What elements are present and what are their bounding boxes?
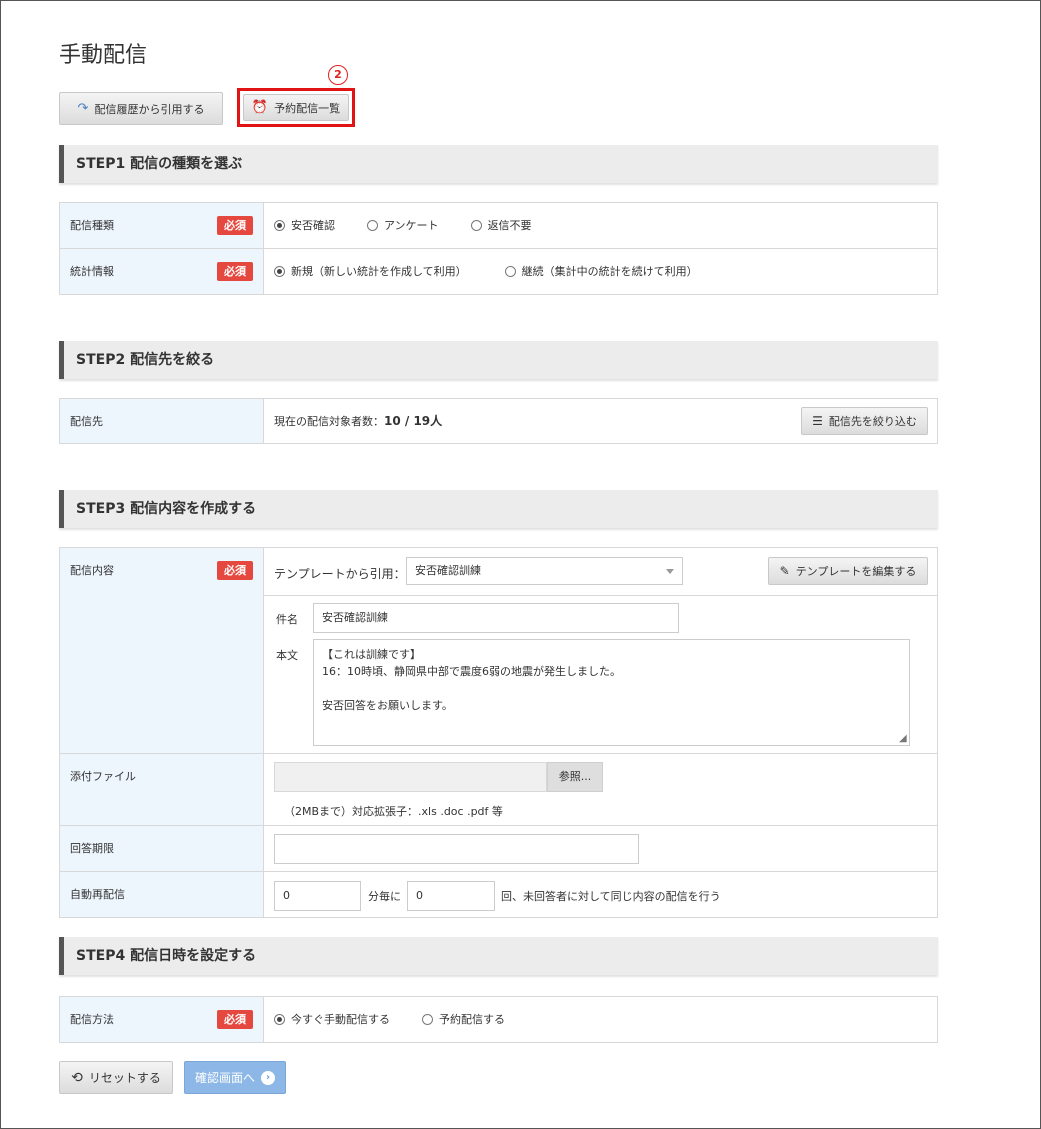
resize-handle-icon[interactable]: ◢ [899, 733, 907, 744]
quote-history-button[interactable]: ↷ 配信履歴から引用する [59, 92, 223, 125]
method-options: 今すぐ手動配信する 予約配信する [263, 996, 938, 1043]
step2-form: 配信先 現在の配信対象者数： 10 / 19人 ☰ 配信先を絞り込む [59, 398, 938, 444]
resend-interval-suffix: 分毎に [368, 890, 401, 903]
step3-form: 配信内容 必須 テンプレートから引用： 安否確認訓練 ✎ テンプレートを編集する… [59, 547, 938, 918]
content-label: 配信内容 [70, 564, 114, 577]
subject-label: 件名 [276, 613, 298, 626]
required-badge: 必須 [217, 216, 253, 235]
content-label-cell: 配信内容 必須 [59, 547, 264, 754]
radio-label: 新規（新しい統計を作成して利用） [291, 265, 467, 278]
confirm-button[interactable]: 確認画面へ › [184, 1061, 286, 1094]
radio-safety-confirm[interactable]: 安否確認 [274, 217, 335, 233]
alarm-clock-icon: ⏰ [251, 100, 269, 115]
method-label-cell: 配信方法 必須 [59, 996, 264, 1043]
subject-input[interactable]: 安否確認訓練 [313, 603, 679, 633]
schedule-list-highlight: ⏰ 予約配信一覧 [237, 88, 355, 127]
delivery-type-label: 配信種類 [70, 219, 114, 232]
step1-header: STEP1 配信の種類を選ぶ [59, 145, 938, 183]
radio-label: 安否確認 [291, 219, 335, 232]
radio-checked-icon [274, 265, 285, 277]
deadline-label-cell: 回答期限 [59, 825, 264, 872]
delivery-type-label-cell: 配信種類 必須 [59, 202, 264, 249]
radio-survey[interactable]: アンケート [367, 217, 439, 233]
required-badge: 必須 [217, 561, 253, 580]
template-select[interactable]: 安否確認訓練 [406, 557, 683, 585]
step1-form: 配信種類 必須 安否確認 アンケート 返信不要 統計情報 必須 新規（新しい統計… [59, 202, 938, 295]
target-count-prefix: 現在の配信対象者数： [274, 414, 384, 428]
browse-button[interactable]: 参照... [547, 762, 603, 792]
auto-resend-label-cell: 自動再配信 [59, 871, 264, 918]
method-label: 配信方法 [70, 1013, 114, 1026]
reset-label: リセットする [88, 1071, 161, 1085]
radio-unchecked-icon [422, 1013, 433, 1025]
delivery-type-options: 安否確認 アンケート 返信不要 [263, 202, 938, 249]
required-badge: 必須 [217, 1010, 253, 1029]
stats-options: 新規（新しい統計を作成して利用） 継続（集計中の統計を続けて利用） [263, 248, 938, 295]
radio-scheduled[interactable]: 予約配信する [422, 1011, 505, 1027]
target-label: 配信先 [70, 415, 103, 428]
resend-count-suffix: 回、未回答者に対して同じ内容の配信を行う [501, 890, 721, 903]
schedule-list-button[interactable]: ⏰ 予約配信一覧 [243, 94, 349, 121]
reset-button[interactable]: ⟲ リセットする [59, 1061, 173, 1094]
filter-targets-button[interactable]: ☰ 配信先を絞り込む [801, 407, 928, 435]
attachment-row: 参照... （2MBまで）対応拡張子：.xls .doc .pdf 等 [263, 753, 938, 826]
template-select-value: 安否確認訓練 [415, 564, 481, 577]
schedule-list-label: 予約配信一覧 [274, 101, 341, 115]
radio-no-reply[interactable]: 返信不要 [470, 217, 532, 233]
radio-label: 継続（集計中の統計を続けて利用） [521, 265, 698, 278]
radio-checked-icon [274, 219, 285, 231]
reset-icon: ⟲ [71, 1069, 83, 1086]
template-label: テンプレートから引用： [274, 567, 406, 581]
radio-label: 返信不要 [487, 219, 532, 232]
radio-label: 今すぐ手動配信する [291, 1013, 390, 1026]
stats-label: 統計情報 [70, 265, 114, 278]
refresh-icon: ↷ [77, 101, 89, 116]
deadline-row [263, 825, 938, 872]
body-textarea[interactable]: 【これは訓練です】 16：10時頃、静岡県中部で震度6弱の地震が発生しました。 … [313, 639, 910, 746]
stats-label-cell: 統計情報 必須 [59, 248, 264, 295]
deadline-label: 回答期限 [70, 842, 114, 855]
auto-resend-row: 0 分毎に 0 回、未回答者に対して同じ内容の配信を行う [263, 871, 938, 918]
attachment-file-field[interactable] [274, 762, 547, 792]
attachment-note: （2MBまで）対応拡張子：.xls .doc .pdf 等 [284, 805, 503, 818]
step3-header: STEP3 配信内容を作成する [59, 490, 938, 528]
radio-label: アンケート [384, 219, 439, 232]
radio-unchecked-icon [470, 219, 482, 231]
quote-history-label: 配信履歴から引用する [94, 102, 205, 116]
list-icon: ☰ [812, 414, 823, 428]
target-value-cell: 現在の配信対象者数： 10 / 19人 ☰ 配信先を絞り込む [263, 398, 938, 444]
template-row: テンプレートから引用： 安否確認訓練 ✎ テンプレートを編集する [263, 547, 938, 596]
attachment-label-cell: 添付ファイル [59, 753, 264, 826]
body-label: 本文 [276, 649, 298, 662]
step-marker-badge: 2 [328, 65, 348, 85]
confirm-label: 確認画面へ [194, 1071, 255, 1085]
target-count-value: 10 / 19人 [384, 414, 443, 428]
edit-template-label: テンプレートを編集する [795, 565, 917, 578]
resend-interval-input[interactable]: 0 [274, 881, 361, 911]
edit-template-button[interactable]: ✎ テンプレートを編集する [768, 557, 928, 585]
radio-stats-new[interactable]: 新規（新しい統計を作成して利用） [274, 263, 467, 279]
step4-header: STEP4 配信日時を設定する [59, 937, 938, 975]
pencil-icon: ✎ [779, 564, 790, 578]
radio-label: 予約配信する [439, 1013, 505, 1026]
radio-checked-icon [274, 1013, 285, 1025]
step4-form: 配信方法 必須 今すぐ手動配信する 予約配信する [59, 996, 938, 1043]
resend-count-input[interactable]: 0 [407, 881, 495, 911]
radio-send-now[interactable]: 今すぐ手動配信する [274, 1011, 390, 1027]
page-title: 手動配信 [59, 43, 148, 68]
chevron-right-icon: › [261, 1070, 275, 1085]
chevron-down-icon [666, 569, 674, 574]
radio-unchecked-icon [367, 219, 378, 231]
step2-header: STEP2 配信先を絞る [59, 341, 938, 379]
filter-targets-label: 配信先を絞り込む [828, 415, 917, 428]
radio-stats-continue[interactable]: 継続（集計中の統計を続けて利用） [504, 263, 698, 279]
deadline-input[interactable] [274, 834, 639, 864]
auto-resend-label: 自動再配信 [70, 888, 125, 901]
target-label-cell: 配信先 [59, 398, 264, 444]
required-badge: 必須 [217, 262, 253, 281]
message-row: 件名 安否確認訓練 本文 【これは訓練です】 16：10時頃、静岡県中部で震度6… [263, 595, 938, 754]
page-frame: 手動配信 2 ↷ 配信履歴から引用する ⏰ 予約配信一覧 STEP1 配信の種類… [0, 0, 1041, 1129]
attachment-label: 添付ファイル [70, 770, 136, 783]
radio-unchecked-icon [504, 265, 516, 277]
